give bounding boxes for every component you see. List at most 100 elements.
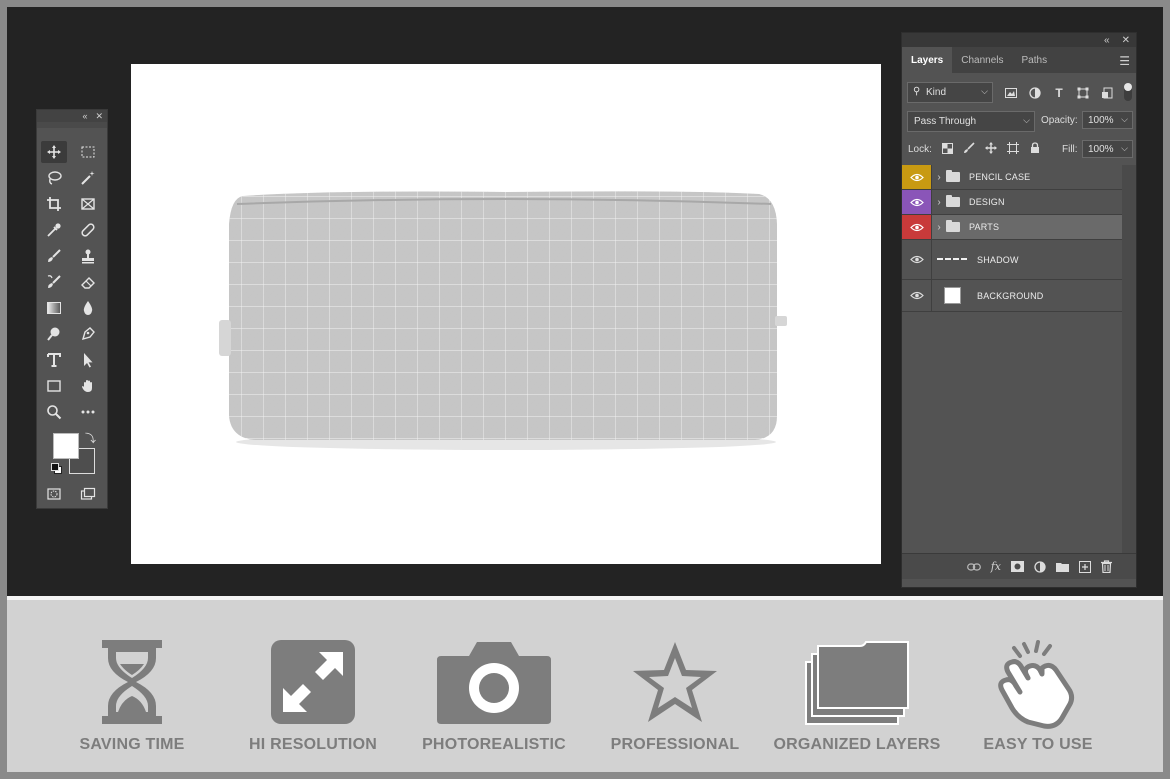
chevron-down-icon: ⌵ bbox=[1023, 115, 1030, 125]
chevron-right-icon[interactable]: › bbox=[932, 197, 946, 208]
zoom-tool-icon[interactable] bbox=[41, 401, 67, 423]
feature-label: PROFESSIONAL bbox=[610, 736, 740, 753]
pencil-case-image bbox=[219, 191, 787, 450]
history-brush-tool-icon[interactable] bbox=[41, 271, 67, 293]
filter-kind-select[interactable]: ⚲ Kind ⌵ bbox=[907, 82, 993, 103]
search-icon: ⚲ bbox=[913, 86, 921, 97]
filter-shape-icon[interactable] bbox=[1076, 86, 1090, 100]
screen-mode-icon[interactable] bbox=[75, 483, 101, 505]
foreground-color-swatch[interactable] bbox=[53, 433, 79, 459]
layers-scrollbar[interactable] bbox=[1122, 165, 1136, 555]
type-tool-icon[interactable] bbox=[41, 349, 67, 371]
filter-type-icon[interactable]: T bbox=[1052, 86, 1066, 100]
eyedropper-tool-icon[interactable] bbox=[41, 219, 67, 241]
chevron-right-icon[interactable]: › bbox=[932, 222, 946, 233]
fill-label: Fill: bbox=[1062, 144, 1078, 155]
lock-position-icon[interactable] bbox=[984, 141, 998, 155]
marquee-tool-icon[interactable] bbox=[75, 141, 101, 163]
layer-row-pencil-case[interactable]: › PENCIL CASE bbox=[902, 165, 1122, 190]
lock-artboard-icon[interactable] bbox=[1006, 141, 1020, 155]
fill-input[interactable]: 100% ⌵ bbox=[1082, 140, 1133, 158]
crop-tool-icon[interactable] bbox=[41, 193, 67, 215]
brush-tool-icon[interactable] bbox=[41, 245, 67, 267]
folder-icon bbox=[946, 195, 960, 207]
more-tools-icon[interactable] bbox=[75, 401, 101, 423]
collapse-icon[interactable]: « bbox=[82, 111, 87, 121]
chevron-down-icon: ⌵ bbox=[981, 86, 988, 96]
feature-label: PHOTOREALISTIC bbox=[422, 736, 566, 753]
layers-panel-header: « ✕ bbox=[902, 33, 1136, 47]
move-tool-icon[interactable] bbox=[41, 141, 67, 163]
tools-panel-grip[interactable] bbox=[37, 122, 107, 128]
hand-pointer-icon bbox=[947, 638, 1129, 730]
tab-paths[interactable]: Paths bbox=[1013, 47, 1057, 73]
lock-label: Lock: bbox=[908, 144, 932, 155]
panel-menu-icon[interactable]: ☰ bbox=[1119, 54, 1130, 68]
filter-toggle[interactable] bbox=[1124, 83, 1132, 101]
lasso-tool-icon[interactable] bbox=[41, 167, 67, 189]
lock-all-icon[interactable] bbox=[1028, 141, 1042, 155]
link-layers-icon[interactable] bbox=[966, 562, 981, 571]
document-canvas[interactable] bbox=[131, 64, 881, 564]
background-thumbnail bbox=[944, 287, 961, 304]
rectangle-tool-icon[interactable] bbox=[41, 375, 67, 397]
tab-channels[interactable]: Channels bbox=[952, 47, 1012, 73]
camera-icon bbox=[403, 638, 585, 730]
fx-icon[interactable]: fx bbox=[991, 560, 1001, 573]
tools-panel-header: « ✕ bbox=[37, 110, 107, 122]
hand-tool-icon[interactable] bbox=[75, 375, 101, 397]
magic-wand-tool-icon[interactable] bbox=[75, 167, 101, 189]
stamp-tool-icon[interactable] bbox=[75, 245, 101, 267]
chevron-right-icon[interactable]: › bbox=[932, 172, 946, 183]
blur-tool-icon[interactable] bbox=[75, 297, 101, 319]
star-icon bbox=[584, 638, 766, 730]
close-icon[interactable]: ✕ bbox=[1122, 35, 1130, 46]
feature-organized-layers: ORGANIZED LAYERS bbox=[766, 600, 948, 772]
layer-row-parts[interactable]: › PARTS bbox=[902, 215, 1122, 240]
layer-row-shadow[interactable]: SHADOW bbox=[902, 240, 1122, 280]
eraser-tool-icon[interactable] bbox=[75, 271, 101, 293]
delete-layer-icon[interactable] bbox=[1101, 560, 1112, 573]
layer-name: DESIGN bbox=[969, 197, 1005, 207]
frame-tool-icon[interactable] bbox=[75, 193, 101, 215]
layer-row-background[interactable]: BACKGROUND bbox=[902, 280, 1122, 312]
feature-label: SAVING TIME bbox=[79, 736, 185, 753]
lock-image-pixels-icon[interactable] bbox=[962, 141, 976, 155]
visibility-eye-icon[interactable] bbox=[902, 240, 932, 279]
close-icon[interactable]: ✕ bbox=[95, 111, 103, 122]
healing-brush-tool-icon[interactable] bbox=[75, 219, 101, 241]
tools-panel[interactable]: « ✕ ⤵ bbox=[36, 109, 108, 509]
visibility-eye-icon[interactable] bbox=[902, 215, 932, 239]
visibility-eye-icon[interactable] bbox=[902, 165, 932, 189]
layers-panel[interactable]: « ✕ Layers Channels Paths ☰ ⚲ Kind ⌵ T P… bbox=[901, 32, 1137, 588]
filter-smart-object-icon[interactable] bbox=[1100, 86, 1114, 100]
new-layer-icon[interactable] bbox=[1079, 560, 1091, 573]
opacity-input[interactable]: 100% ⌵ bbox=[1082, 111, 1133, 129]
layer-name: PENCIL CASE bbox=[969, 172, 1031, 182]
tab-layers[interactable]: Layers bbox=[902, 47, 953, 73]
folders-icon bbox=[766, 638, 948, 730]
add-mask-icon[interactable] bbox=[1011, 561, 1024, 572]
shadow-thumbnail bbox=[937, 257, 967, 262]
default-colors-icon[interactable] bbox=[51, 463, 62, 474]
quick-mask-icon[interactable] bbox=[41, 483, 67, 505]
layer-row-design[interactable]: › DESIGN bbox=[902, 190, 1122, 215]
lock-transparent-pixels-icon[interactable] bbox=[940, 141, 954, 155]
collapse-icon[interactable]: « bbox=[1104, 35, 1110, 46]
fill-value: 100% bbox=[1088, 143, 1114, 155]
swap-colors-icon[interactable]: ⤵ bbox=[85, 430, 96, 446]
adjustment-layer-icon[interactable] bbox=[1034, 560, 1046, 573]
gradient-tool-icon[interactable] bbox=[41, 297, 67, 319]
pen-tool-icon[interactable] bbox=[75, 323, 101, 345]
dodge-tool-icon[interactable] bbox=[41, 323, 67, 345]
feature-label: EASY TO USE bbox=[983, 736, 1093, 753]
new-group-icon[interactable] bbox=[1056, 561, 1069, 572]
blend-mode-select[interactable]: Pass Through ⌵ bbox=[907, 111, 1035, 132]
filter-pixel-icon[interactable] bbox=[1004, 86, 1018, 100]
visibility-eye-icon[interactable] bbox=[902, 190, 932, 214]
folder-icon bbox=[946, 170, 960, 182]
path-selection-tool-icon[interactable] bbox=[75, 349, 101, 371]
feature-strip: SAVING TIME HI RESOLUTION PHOTOREALISTIC bbox=[7, 600, 1163, 772]
filter-adjustment-icon[interactable] bbox=[1028, 86, 1042, 100]
visibility-eye-icon[interactable] bbox=[902, 280, 932, 311]
